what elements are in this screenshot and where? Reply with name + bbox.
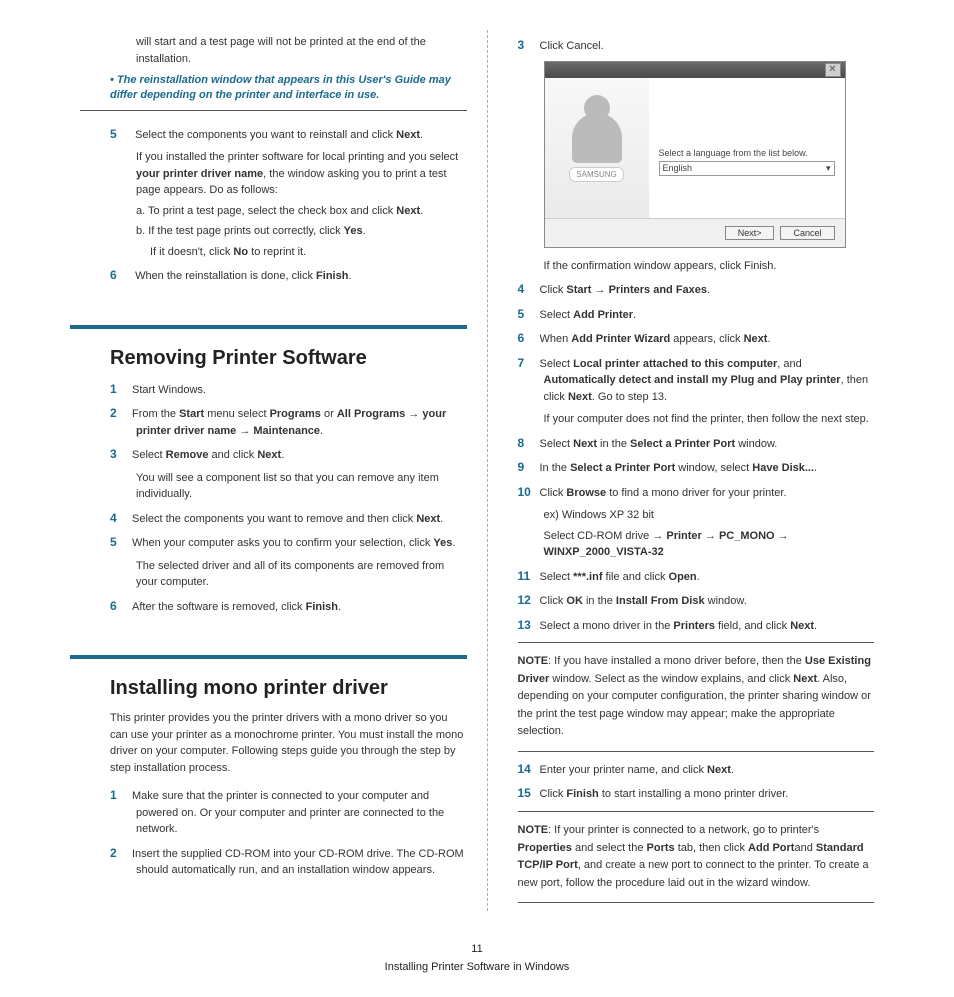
reinstall-note: The reinstallation window that appears i… bbox=[110, 73, 467, 104]
s3-sub: If the confirmation window appears, clic… bbox=[544, 258, 875, 275]
s-step-7: 7Select Local printer attached to this c… bbox=[518, 354, 875, 406]
right-column: 3Click Cancel. ✕ SAMSUNG Select a langua… bbox=[508, 30, 915, 911]
r-step-1: 1Start Windows. bbox=[110, 380, 467, 399]
ss-titlebar: ✕ bbox=[545, 62, 845, 78]
step-6: 6 When the reinstallation is done, click… bbox=[110, 266, 467, 285]
step-5-sub: If you installed the printer software fo… bbox=[136, 149, 467, 199]
next-button[interactable]: Next> bbox=[725, 226, 775, 240]
s-step-6: 6When Add Printer Wizard appears, click … bbox=[518, 329, 875, 348]
r-step-3: 3Select Remove and click Next. bbox=[110, 445, 467, 464]
r-step-4: 4Select the components you want to remov… bbox=[110, 509, 467, 528]
cancel-button[interactable]: Cancel bbox=[780, 226, 834, 240]
divider bbox=[80, 110, 467, 111]
heading-mono: Installing mono printer driver bbox=[70, 655, 467, 700]
person-icon bbox=[572, 113, 622, 163]
continued-text: will start and a test page will not be p… bbox=[136, 34, 467, 67]
note-divider bbox=[518, 642, 875, 643]
m-step-1: 1Make sure that the printer is connected… bbox=[110, 786, 467, 838]
s-step-10: 10Click Browse to find a mono driver for… bbox=[518, 483, 875, 502]
note-2: NOTE: If your printer is connected to a … bbox=[518, 822, 875, 892]
s-step-8: 8Select Next in the Select a Printer Por… bbox=[518, 434, 875, 453]
r-step-6: 6After the software is removed, click Fi… bbox=[110, 597, 467, 616]
ss-lang-label: Select a language from the list below. bbox=[659, 148, 835, 158]
s-step-15: 15Click Finish to start installing a mon… bbox=[518, 784, 875, 803]
s-step-4: 4Click Start → Printers and Faxes. bbox=[518, 280, 875, 299]
brand-badge: SAMSUNG bbox=[569, 167, 623, 182]
page-number: 11 bbox=[40, 941, 914, 959]
m-step-2: 2Insert the supplied CD-ROM into your CD… bbox=[110, 844, 467, 879]
s-step-5: 5Select Add Printer. bbox=[518, 305, 875, 324]
s-step-9: 9In the Select a Printer Port window, se… bbox=[518, 458, 875, 477]
installer-screenshot: ✕ SAMSUNG Select a language from the lis… bbox=[544, 61, 846, 248]
r-step-5: 5When your computer asks you to confirm … bbox=[110, 533, 467, 552]
step-number: 5 bbox=[110, 125, 132, 143]
step-5: 5 Select the components you want to rein… bbox=[110, 125, 467, 144]
s10-sub1: ex) Windows XP 32 bit bbox=[544, 507, 875, 524]
close-icon[interactable]: ✕ bbox=[825, 63, 841, 77]
s-step-13: 13Select a mono driver in the Printers f… bbox=[518, 616, 875, 635]
mono-intro: This printer provides you the printer dr… bbox=[110, 710, 467, 776]
ss-footer: Next> Cancel bbox=[545, 218, 845, 247]
heading-removing: Removing Printer Software bbox=[70, 325, 467, 370]
s-step-12: 12Click OK in the Install From Disk wind… bbox=[518, 591, 875, 610]
footer-caption: Installing Printer Software in Windows bbox=[40, 959, 914, 977]
page-columns: will start and a test page will not be p… bbox=[40, 30, 914, 911]
language-select[interactable]: English ▾ bbox=[659, 161, 835, 176]
ss-body: SAMSUNG Select a language from the list … bbox=[545, 78, 845, 218]
step-5a: a. To print a test page, select the chec… bbox=[136, 203, 467, 220]
s-step-11: 11Select ***.inf file and click Open. bbox=[518, 567, 875, 586]
left-column: will start and a test page will not be p… bbox=[40, 30, 488, 911]
step-number: 6 bbox=[110, 266, 132, 284]
ss-content: Select a language from the list below. E… bbox=[649, 78, 845, 218]
page-footer: 11 Installing Printer Software in Window… bbox=[40, 941, 914, 976]
note-divider bbox=[518, 751, 875, 752]
note-divider bbox=[518, 902, 875, 903]
note-divider bbox=[518, 811, 875, 812]
ss-sidebar: SAMSUNG bbox=[545, 78, 649, 218]
step-5b: b. If the test page prints out correctly… bbox=[136, 223, 467, 240]
s-step-14: 14Enter your printer name, and click Nex… bbox=[518, 760, 875, 779]
s7-sub: If your computer does not find the print… bbox=[544, 411, 875, 428]
chevron-down-icon: ▾ bbox=[826, 163, 831, 174]
s10-sub2: Select CD-ROM drive → Printer → PC_MONO … bbox=[544, 528, 875, 561]
r-step-2: 2From the Start menu select Programs or … bbox=[110, 404, 467, 439]
s-step-3: 3Click Cancel. bbox=[518, 36, 875, 55]
step-5b2: If it doesn't, click No to reprint it. bbox=[150, 244, 467, 261]
r-step-5-sub: The selected driver and all of its compo… bbox=[136, 558, 467, 591]
note-1: NOTE: If you have installed a mono drive… bbox=[518, 653, 875, 741]
r-step-3-sub: You will see a component list so that yo… bbox=[136, 470, 467, 503]
